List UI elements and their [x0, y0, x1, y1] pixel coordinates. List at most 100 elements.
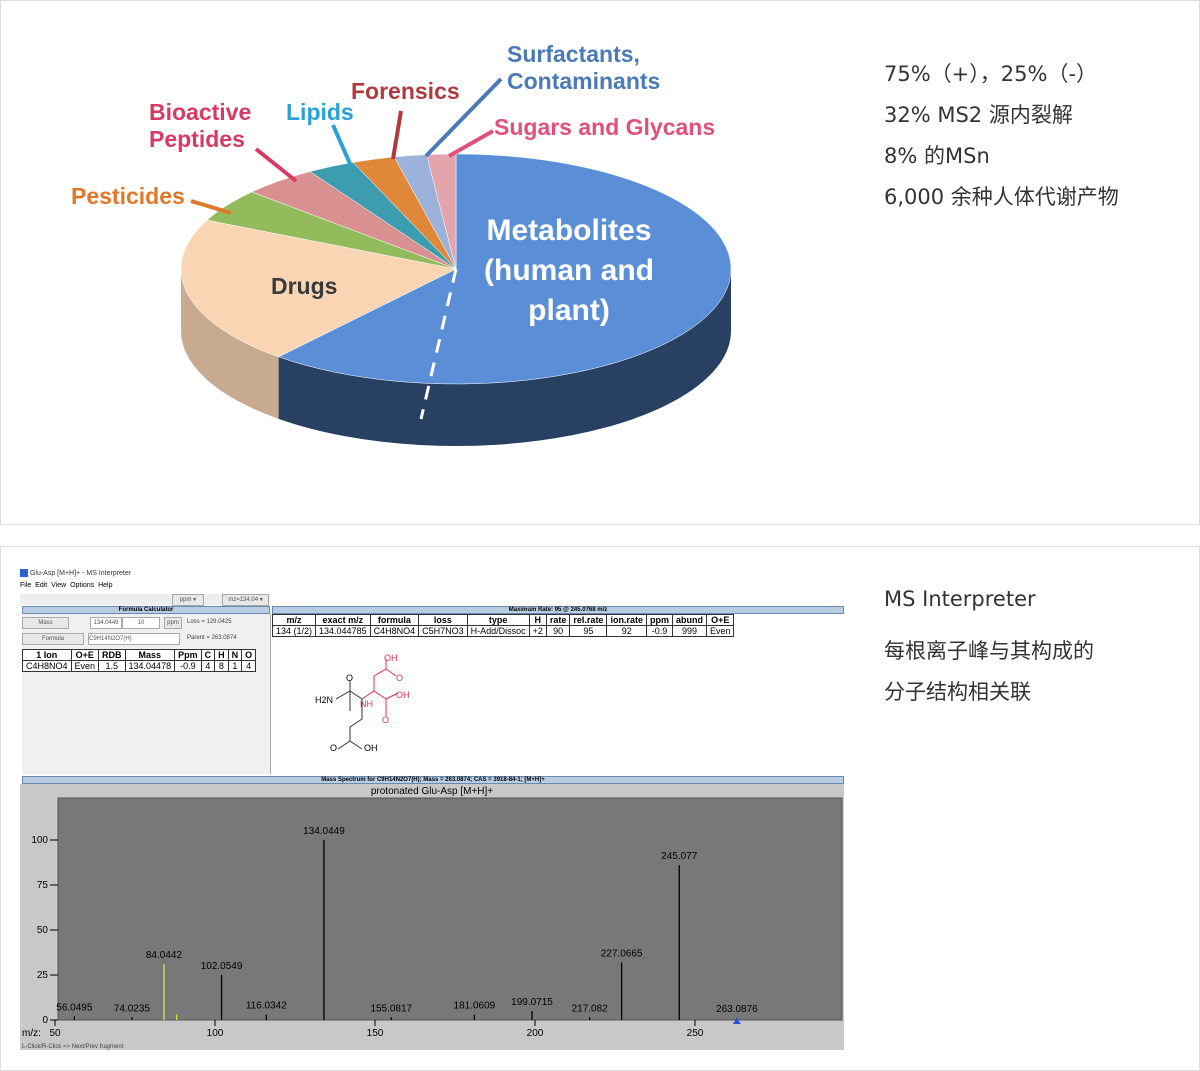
stat-metabolites: 6,000 余种人体代谢产物 [884, 185, 1119, 209]
stat-msn: 8% 的MSn [884, 144, 990, 168]
frag-cell: H [528, 614, 547, 626]
frag-cell: loss [418, 614, 468, 626]
max-rate-header: Maximum Rate: 95 @ 245.0768 m/z [272, 606, 844, 614]
peak-label: 217.082 [572, 1003, 609, 1014]
struct-o3: O [382, 715, 389, 725]
calc-cell: 1 Ion [22, 649, 72, 661]
formula-input[interactable]: C9H14N2O7(H) [88, 633, 180, 645]
struct-o1: O [346, 673, 353, 683]
struct-oh1: OH [384, 653, 398, 663]
struct-o2: O [396, 673, 403, 683]
molecule-structure: H2N O NH OH O OH O O OH [315, 653, 410, 753]
calc-cell: N [227, 649, 243, 661]
frag-cell: rate [545, 614, 571, 626]
frag-cell: ppm [645, 614, 673, 626]
ppm-button[interactable]: ppm [164, 617, 182, 629]
struct-oh2: OH [396, 690, 410, 700]
pie-label-6: Surfactants, Contaminants [507, 41, 661, 94]
struct-h2n: H2N [315, 695, 333, 705]
ms-desc-2: 分子结构相关联 [884, 680, 1031, 704]
calc-cell: Mass [124, 649, 176, 661]
x-tick-label: 50 [49, 1028, 61, 1039]
peak-label: 155.0817 [370, 1003, 412, 1014]
pie-label-3: Bioactive Peptides [149, 99, 252, 152]
x-tick-label: 250 [687, 1028, 704, 1039]
frag-cell: 92 [606, 625, 647, 637]
y-tick-label: 0 [42, 1015, 48, 1026]
frag-cell: -0.9 [645, 625, 673, 637]
pie-pointer-4 [331, 124, 353, 167]
menu-options[interactable]: Options [70, 582, 94, 589]
frag-cell: O+E [705, 614, 735, 626]
plot-area [57, 797, 843, 1021]
spectrum-title: protonated Glu-Asp [M+H]+ [371, 786, 493, 797]
status-bar: L-Click/R-Click => Next/Prev fragment [22, 1044, 124, 1050]
pie-label-1: Drugs [271, 273, 338, 299]
frag-cell: C5H7NO3 [418, 625, 468, 637]
menu-bar: File Edit View Options Help [20, 582, 112, 589]
calc-cell: O [241, 649, 257, 661]
peak-label: 181.0609 [454, 1001, 496, 1012]
x-tick-label: 200 [527, 1028, 544, 1039]
frag-cell: formula [369, 614, 420, 626]
frag-cell: abund [671, 614, 707, 626]
calc-cell: 1.5 [98, 660, 126, 672]
mass-button[interactable]: Mass [22, 617, 69, 629]
loss-readout: Loss = 129.0425 [187, 619, 232, 625]
window-title: Glu-Asp [M+H]+ - MS Interpreter [29, 569, 132, 577]
mass-input[interactable]: 134.0449 [90, 617, 122, 629]
toolbar: ppm ▾ mz=134.04 ▾ [20, 594, 270, 606]
calc-cell: 4 [241, 660, 257, 672]
y-tick-label: 100 [31, 835, 48, 846]
calc-cell: RDB [98, 649, 126, 661]
peak-label: 84.0442 [146, 950, 183, 961]
calc-table: 1 Ion O+E RDB Mass Ppm C H N O C4H8NO4 Even 1.5 134.… [22, 649, 257, 672]
menu-edit[interactable]: Edit [35, 582, 47, 589]
struct-o4: O [330, 743, 337, 753]
pie-pointer-7 [448, 129, 494, 158]
frag-cell: 90 [545, 625, 571, 637]
calc-cell: C4H8NO4 [22, 660, 72, 672]
y-tick-label: 25 [37, 970, 49, 981]
pie-label-2: Pesticides [71, 183, 185, 209]
menu-view[interactable]: View [51, 582, 66, 589]
x-tick-label: 150 [367, 1028, 384, 1039]
mz-dropdown[interactable]: mz=134.04 ▾ [222, 594, 269, 606]
app-icon [20, 569, 28, 577]
peak-label: 227.0665 [601, 948, 643, 959]
frag-cell: 134.044785 [315, 625, 371, 637]
frag-cell: +2 [528, 625, 547, 637]
calc-cell: Ppm [174, 649, 202, 661]
struct-oh3: OH [364, 743, 378, 753]
formula-calculator-header: Formula Calculator [22, 606, 270, 614]
fragment-table: m/z exact m/z formula loss type Hrate rel.rate… [271, 614, 735, 637]
spectrum-header: Mass Spectrum for C9H14N2O7(H); Mass = 2… [22, 776, 844, 784]
frag-cell: rel.rate [569, 614, 608, 626]
peak-label: 56.0495 [56, 1002, 93, 1013]
ms-interpreter-window: Glu-Asp [M+H]+ - MS Interpreter File Edi… [20, 566, 846, 1056]
x-tick-label: 100 [207, 1028, 224, 1039]
pie-label-0: Metabolites (human and plant) [484, 214, 654, 327]
calc-cell: 4 [200, 660, 216, 672]
y-tick-label: 50 [37, 925, 49, 936]
frag-cell: type [466, 614, 530, 626]
pie-pointer-5 [391, 110, 403, 160]
calc-cell: 1 [227, 660, 243, 672]
ms-title: MS Interpreter [884, 587, 1036, 611]
pie-label-5: Forensics [351, 78, 460, 104]
stats-list: 75%（+），25%（-） 32% MS2 源内裂解 8% 的MSn 6,000… [884, 54, 1119, 218]
menu-file[interactable]: File [20, 582, 31, 589]
menu-help[interactable]: Help [98, 582, 112, 589]
x-axis-label: m/z: [22, 1028, 41, 1039]
calc-cell: 134.04478 [124, 660, 176, 672]
pie-label-4: Lipids [286, 99, 354, 125]
peak-label: 102.0549 [201, 961, 243, 972]
calc-cell: Even [70, 660, 100, 672]
formula-button[interactable]: Formula [22, 633, 84, 645]
frag-cell: Even [705, 625, 735, 637]
calc-cell: H [214, 649, 229, 661]
ppm-dropdown[interactable]: ppm ▾ [172, 594, 204, 606]
calc-cell: C [200, 649, 216, 661]
calc-cell: 8 [214, 660, 229, 672]
tolerance-select[interactable]: 10 [122, 617, 160, 629]
